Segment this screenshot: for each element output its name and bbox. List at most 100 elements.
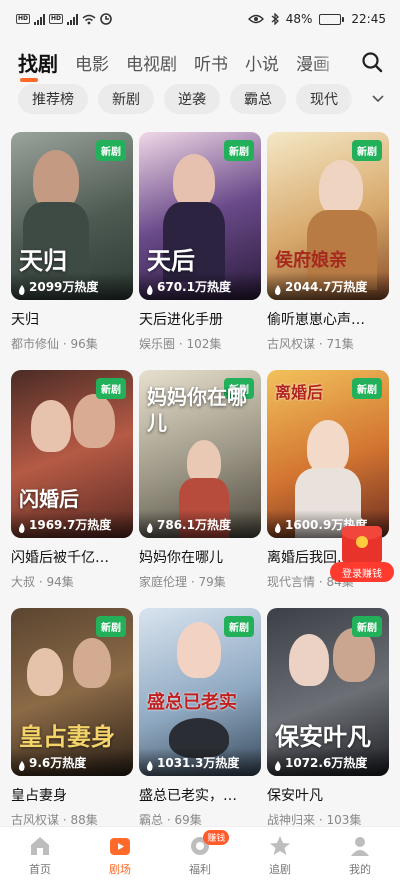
clock: 22:45 xyxy=(351,12,386,26)
heat-value: 786.1万热度 xyxy=(157,518,231,532)
search-icon[interactable] xyxy=(360,50,384,74)
flame-icon xyxy=(147,523,153,533)
flame-icon xyxy=(147,761,153,771)
drama-title[interactable]: 盛总已老实，… xyxy=(139,785,261,805)
drama-grid: 新剧 天归 2099万热度 天归 都市修仙 · 96集 新剧 天后 670.1万… xyxy=(11,132,391,828)
tab-novel[interactable]: 小说 xyxy=(245,50,279,75)
drama-title[interactable]: 天后进化手册 xyxy=(139,309,261,329)
nav-profile[interactable]: 我的 xyxy=(320,827,400,884)
drama-poster[interactable]: 新剧 皇占妻身 9.6万热度 xyxy=(11,608,133,776)
flame-icon xyxy=(19,761,25,771)
status-right: 48% 22:45 xyxy=(247,12,386,26)
poster-figure xyxy=(31,400,71,452)
poster-figure xyxy=(33,150,79,210)
drama-poster[interactable]: 新剧 盛总已老实 1031.3万热度 xyxy=(139,608,261,776)
new-badge: 新剧 xyxy=(224,616,254,637)
drama-title[interactable]: 天归 xyxy=(11,309,133,329)
drama-poster[interactable]: 新剧 离婚后 1600.9万热度 xyxy=(267,370,389,538)
login-earn-redpacket[interactable]: 登录赚钱 xyxy=(330,526,394,586)
tab-movie[interactable]: 电影 xyxy=(75,50,109,75)
poster-title-art: 天后 xyxy=(147,246,195,275)
heat-value: 2099万热度 xyxy=(29,280,99,294)
heat-label: 2044.7万热度 xyxy=(267,272,389,300)
drama-title[interactable]: 闪婚后被千亿… xyxy=(11,547,133,567)
nav-follow[interactable]: 追剧 xyxy=(240,827,320,884)
poster-title-art: 保安叶凡 xyxy=(275,722,371,751)
chip-ceo[interactable]: 霸总 xyxy=(230,84,286,114)
nav-home[interactable]: 首页 xyxy=(0,827,80,884)
drama-meta: 大叔 · 94集 xyxy=(11,575,74,589)
drama-card[interactable]: 新剧 保安叶凡 1072.6万热度 保安叶凡 战神归来 · 103集 xyxy=(267,608,389,828)
drama-title[interactable]: 保安叶凡 xyxy=(267,785,389,805)
drama-card[interactable]: 新剧 侯府娘亲 2044.7万热度 偷听崽崽心声… 古风权谋 · 71集 xyxy=(267,132,389,352)
battery-icon xyxy=(319,13,345,25)
poster-title-art: 妈妈你在哪儿 xyxy=(147,385,247,435)
heat-value: 9.6万热度 xyxy=(29,756,87,770)
tab-find-drama[interactable]: 找剧 xyxy=(18,48,58,82)
drama-card[interactable]: 新剧 妈妈你在哪儿 786.1万热度 妈妈你在哪儿 家庭伦理 · 79集 xyxy=(139,370,261,590)
flame-icon xyxy=(19,285,25,295)
chevron-down-icon xyxy=(372,95,384,103)
nav-theater-label: 剧场 xyxy=(109,863,131,876)
poster-figure xyxy=(27,648,63,696)
poster-figure-2 xyxy=(73,394,115,448)
drama-meta: 家庭伦理 · 79集 xyxy=(139,575,226,589)
nav-home-label: 首页 xyxy=(29,863,51,876)
poster-figure xyxy=(173,154,215,208)
drama-card[interactable]: 新剧 天归 2099万热度 天归 都市修仙 · 96集 xyxy=(11,132,133,352)
chip-recommend-rank[interactable]: 推荐榜 xyxy=(18,84,88,114)
tab-audiobook[interactable]: 听书 xyxy=(194,50,228,75)
new-badge: 新剧 xyxy=(96,378,126,399)
heat-value: 1969.7万热度 xyxy=(29,518,112,532)
wifi-icon xyxy=(82,14,96,24)
app-notification-icon xyxy=(100,13,112,25)
poster-figure xyxy=(177,622,221,678)
heat-label: 1969.7万热度 xyxy=(11,510,133,538)
poster-figure xyxy=(319,160,363,216)
flame-icon xyxy=(275,285,281,295)
drama-poster[interactable]: 新剧 闪婚后 1969.7万热度 xyxy=(11,370,133,538)
nav-theater[interactable]: 剧场 xyxy=(80,827,160,884)
poster-title-art: 闪婚后 xyxy=(19,487,79,511)
drama-title[interactable]: 偷听崽崽心声… xyxy=(267,309,389,329)
expand-chips-button[interactable] xyxy=(346,82,390,116)
new-badge: 新剧 xyxy=(224,140,254,161)
flame-icon xyxy=(275,523,281,533)
tabs-fade xyxy=(312,44,352,80)
drama-card[interactable]: 新剧 天后 670.1万热度 天后进化手册 娱乐圈 · 102集 xyxy=(139,132,261,352)
poster-figure xyxy=(289,634,329,686)
heat-value: 2044.7万热度 xyxy=(285,280,368,294)
heat-label: 2099万热度 xyxy=(11,272,133,300)
signal-icon-2 xyxy=(67,13,79,25)
new-badge: 新剧 xyxy=(96,140,126,161)
poster-title-art: 天归 xyxy=(19,246,67,275)
heat-label: 670.1万热度 xyxy=(139,272,261,300)
nav-welfare-label: 福利 xyxy=(189,863,211,876)
drama-poster[interactable]: 新剧 天归 2099万热度 xyxy=(11,132,133,300)
drama-poster[interactable]: 新剧 保安叶凡 1072.6万热度 xyxy=(267,608,389,776)
drama-poster[interactable]: 新剧 妈妈你在哪儿 786.1万热度 xyxy=(139,370,261,538)
signal-icon xyxy=(34,13,46,25)
home-icon xyxy=(31,837,49,855)
chip-comeback[interactable]: 逆袭 xyxy=(164,84,220,114)
flame-icon xyxy=(147,285,153,295)
nav-welfare[interactable]: 赚钱 福利 xyxy=(160,827,240,884)
drama-poster[interactable]: 新剧 天后 670.1万热度 xyxy=(139,132,261,300)
drama-title[interactable]: 皇占妻身 xyxy=(11,785,133,805)
status-bar: HD HD 48% 22:45 xyxy=(0,0,400,38)
drama-poster[interactable]: 新剧 侯府娘亲 2044.7万热度 xyxy=(267,132,389,300)
tab-tv-series[interactable]: 电视剧 xyxy=(126,50,177,75)
heat-label: 1031.3万热度 xyxy=(139,748,261,776)
drama-card[interactable]: 新剧 皇占妻身 9.6万热度 皇占妻身 古风权谋 · 88集 xyxy=(11,608,133,828)
drama-card[interactable]: 新剧 盛总已老实 1031.3万热度 盛总已老实，… 霸总 · 69集 xyxy=(139,608,261,828)
drama-card[interactable]: 新剧 闪婚后 1969.7万热度 闪婚后被千亿… 大叔 · 94集 xyxy=(11,370,133,590)
heat-label: 786.1万热度 xyxy=(139,510,261,538)
category-tabs: 找剧 电影 电视剧 听书 小说 漫画 xyxy=(0,44,400,82)
eye-icon xyxy=(247,14,264,24)
chip-new-drama[interactable]: 新剧 xyxy=(98,84,154,114)
poster-title-art: 侯府娘亲 xyxy=(275,250,347,271)
drama-meta: 娱乐圈 · 102集 xyxy=(139,337,222,351)
chip-modern[interactable]: 现代 xyxy=(296,84,352,114)
drama-title[interactable]: 妈妈你在哪儿 xyxy=(139,547,261,567)
battery-percent: 48% xyxy=(285,12,313,26)
